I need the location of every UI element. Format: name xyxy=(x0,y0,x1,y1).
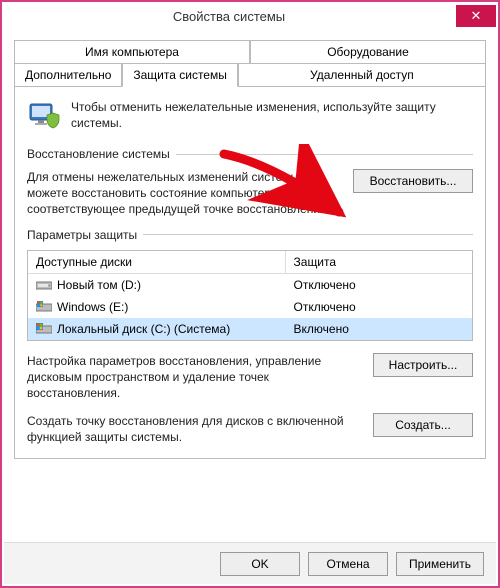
dialog-body: Имя компьютера Оборудование Дополнительн… xyxy=(2,30,498,507)
titlebar: Свойства системы ✕ xyxy=(2,2,498,30)
group-restore-label: Восстановление системы xyxy=(27,147,170,161)
disk-table: Доступные диски Защита Новый том (D:) От… xyxy=(27,250,473,341)
table-header: Доступные диски Защита xyxy=(28,251,472,274)
col-disks[interactable]: Доступные диски xyxy=(28,251,286,273)
window-title: Свойства системы xyxy=(2,9,456,24)
disk-name: Windows (E:) xyxy=(57,300,128,314)
group-protection-label: Параметры защиты xyxy=(27,228,137,242)
col-protection[interactable]: Защита xyxy=(286,251,472,273)
divider xyxy=(143,234,473,235)
hdd-icon xyxy=(36,278,52,292)
restore-button[interactable]: Восстановить... xyxy=(353,169,473,193)
tab-panel: Чтобы отменить нежелательные изменения, … xyxy=(14,86,486,459)
group-restore: Восстановление системы xyxy=(27,147,473,161)
system-drive-icon xyxy=(36,322,52,336)
configure-row: Настройка параметров восстановления, упр… xyxy=(27,353,473,402)
cancel-button[interactable]: Отмена xyxy=(308,552,388,576)
window: Свойства системы ✕ Имя компьютера Оборуд… xyxy=(0,0,500,588)
tab-computer-name[interactable]: Имя компьютера xyxy=(14,40,250,63)
restore-row: Для отмены нежелательных изменений систе… xyxy=(27,169,473,218)
disk-name: Новый том (D:) xyxy=(57,278,141,292)
create-button[interactable]: Создать... xyxy=(373,413,473,437)
dialog-footer: OK Отмена Применить xyxy=(4,542,496,584)
table-row[interactable]: Новый том (D:) Отключено xyxy=(28,274,472,296)
disk-status: Включено xyxy=(286,320,472,338)
table-row[interactable]: Локальный диск (C:) (Система) Включено xyxy=(28,318,472,340)
tab-hardware[interactable]: Оборудование xyxy=(250,40,486,63)
tab-system-protection[interactable]: Защита системы xyxy=(122,63,237,87)
configure-button[interactable]: Настроить... xyxy=(373,353,473,377)
tab-advanced[interactable]: Дополнительно xyxy=(14,63,122,86)
info-row: Чтобы отменить нежелательные изменения, … xyxy=(27,99,473,133)
configure-text: Настройка параметров восстановления, упр… xyxy=(27,353,361,402)
windows-drive-icon xyxy=(36,300,52,314)
disk-status: Отключено xyxy=(286,298,472,316)
disk-name: Локальный диск (C:) (Система) xyxy=(57,322,230,336)
shield-monitor-icon xyxy=(27,99,61,133)
create-text: Создать точку восстановления для дисков … xyxy=(27,413,361,445)
group-protection: Параметры защиты xyxy=(27,228,473,242)
apply-button[interactable]: Применить xyxy=(396,552,484,576)
tab-remote[interactable]: Удаленный доступ xyxy=(238,63,486,86)
tab-strip: Имя компьютера Оборудование Дополнительн… xyxy=(14,40,486,86)
divider xyxy=(176,154,473,155)
ok-button[interactable]: OK xyxy=(220,552,300,576)
close-button[interactable]: ✕ xyxy=(456,5,496,27)
restore-text: Для отмены нежелательных изменений систе… xyxy=(27,169,341,218)
info-text: Чтобы отменить нежелательные изменения, … xyxy=(71,99,473,131)
create-row: Создать точку восстановления для дисков … xyxy=(27,413,473,445)
close-icon: ✕ xyxy=(471,8,482,24)
table-row[interactable]: Windows (E:) Отключено xyxy=(28,296,472,318)
disk-status: Отключено xyxy=(286,276,472,294)
